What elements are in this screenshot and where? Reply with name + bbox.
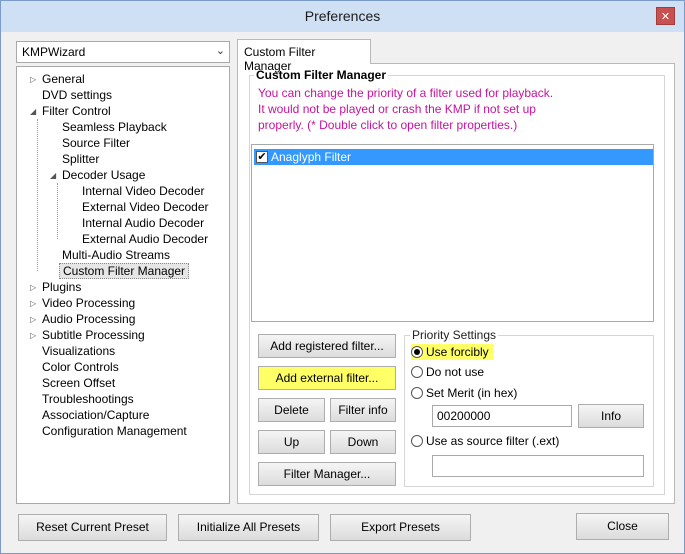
tree-item-filter-control[interactable]: Filter Control: [42, 103, 111, 119]
info-button[interactable]: Info: [578, 404, 644, 428]
tree-item-troubleshootings[interactable]: Troubleshootings: [42, 391, 134, 407]
preset-dropdown[interactable]: KMPWizard ⌄: [16, 41, 230, 63]
up-button[interactable]: Up: [258, 430, 325, 454]
filter-checkbox[interactable]: ✔: [256, 151, 268, 163]
down-button[interactable]: Down: [330, 430, 396, 454]
tree-item-external-audio-decoder[interactable]: External Audio Decoder: [82, 231, 208, 247]
tree-item-video-processing[interactable]: Video Processing: [42, 295, 135, 311]
radio-icon[interactable]: [411, 387, 423, 399]
priority-settings-title: Priority Settings: [410, 328, 499, 342]
list-item[interactable]: ✔ Anaglyph Filter: [254, 149, 653, 165]
tab-custom-filter-manager[interactable]: Custom Filter Manager: [237, 39, 371, 73]
tree-line: [57, 183, 58, 239]
use-as-source-label: Use as source filter (.ext): [426, 434, 560, 448]
description-text: You can change the priority of a filter …: [258, 85, 658, 133]
merit-value-field[interactable]: 00200000: [432, 405, 572, 427]
filter-name: Anaglyph Filter: [271, 150, 352, 164]
tree-item-decoder-usage[interactable]: Decoder Usage: [62, 167, 145, 183]
tree-item-multi-audio-streams[interactable]: Multi-Audio Streams: [62, 247, 170, 263]
description-line: properly. (* Double click to open filter…: [258, 118, 518, 132]
tree-item-screen-offset[interactable]: Screen Offset: [42, 375, 115, 391]
do-not-use-label: Do not use: [426, 365, 485, 379]
expand-arrow-icon[interactable]: ▷: [30, 331, 36, 340]
description-line: You can change the priority of a filter …: [258, 86, 554, 100]
filter-info-button[interactable]: Filter info: [330, 398, 396, 422]
preset-value: KMPWizard: [22, 45, 86, 59]
use-as-source-radio[interactable]: Use as source filter (.ext): [411, 433, 559, 449]
close-button[interactable]: Close: [576, 513, 669, 540]
tree-item-seamless-playback[interactable]: Seamless Playback: [62, 119, 167, 135]
collapse-arrow-icon[interactable]: ◢: [50, 171, 56, 180]
use-forcibly-radio[interactable]: Use forcibly: [411, 344, 493, 360]
tree-item-dvd-settings[interactable]: DVD settings: [42, 87, 112, 103]
tree-line: [37, 119, 38, 271]
add-registered-filter-button[interactable]: Add registered filter...: [258, 334, 396, 358]
use-forcibly-label: Use forcibly: [426, 345, 489, 359]
reset-current-preset-button[interactable]: Reset Current Preset: [18, 514, 167, 541]
set-merit-radio[interactable]: Set Merit (in hex): [411, 385, 517, 401]
radio-icon[interactable]: [411, 435, 423, 447]
do-not-use-radio[interactable]: Do not use: [411, 364, 484, 380]
settings-tree[interactable]: ▷ General DVD settings ◢ Filter Control …: [16, 66, 230, 504]
expand-arrow-icon[interactable]: ▷: [30, 283, 36, 292]
expand-arrow-icon[interactable]: ▷: [30, 75, 36, 84]
preferences-window: Preferences ✕ KMPWizard ⌄ ▷ General DVD …: [0, 0, 685, 554]
export-presets-button[interactable]: Export Presets: [330, 514, 471, 541]
description-line: It would not be played or crash the KMP …: [258, 102, 536, 116]
tree-item-custom-filter-manager[interactable]: Custom Filter Manager: [59, 263, 190, 279]
window-title: Preferences: [304, 8, 381, 24]
collapse-arrow-icon[interactable]: ◢: [30, 107, 36, 116]
tree-item-external-video-decoder[interactable]: External Video Decoder: [82, 199, 209, 215]
close-icon[interactable]: ✕: [656, 7, 675, 25]
radio-icon[interactable]: [411, 366, 423, 378]
tree-item-general[interactable]: General: [42, 71, 85, 87]
expand-arrow-icon[interactable]: ▷: [30, 299, 36, 308]
tree-item-visualizations[interactable]: Visualizations: [42, 343, 115, 359]
set-merit-label: Set Merit (in hex): [426, 386, 518, 400]
tree-item-internal-video-decoder[interactable]: Internal Video Decoder: [82, 183, 205, 199]
filter-list[interactable]: ✔ Anaglyph Filter: [251, 144, 654, 322]
tree-item-audio-processing[interactable]: Audio Processing: [42, 311, 135, 327]
tree-item-internal-audio-decoder[interactable]: Internal Audio Decoder: [82, 215, 204, 231]
delete-button[interactable]: Delete: [258, 398, 325, 422]
tree-item-configuration-management[interactable]: Configuration Management: [42, 423, 187, 439]
filter-manager-button[interactable]: Filter Manager...: [258, 462, 396, 486]
chevron-down-icon[interactable]: ⌄: [216, 44, 225, 57]
tree-item-splitter[interactable]: Splitter: [62, 151, 99, 167]
expand-arrow-icon[interactable]: ▷: [30, 315, 36, 324]
add-external-filter-button[interactable]: Add external filter...: [258, 366, 396, 390]
tree-item-association-capture[interactable]: Association/Capture: [42, 407, 149, 423]
initialize-all-presets-button[interactable]: Initialize All Presets: [178, 514, 319, 541]
radio-selected-icon[interactable]: [411, 346, 423, 358]
tree-item-source-filter[interactable]: Source Filter: [62, 135, 130, 151]
tree-item-subtitle-processing[interactable]: Subtitle Processing: [42, 327, 145, 343]
title-bar[interactable]: Preferences ✕: [1, 1, 684, 32]
tree-item-color-controls[interactable]: Color Controls: [42, 359, 119, 375]
source-ext-field[interactable]: [432, 455, 644, 477]
tree-item-plugins[interactable]: Plugins: [42, 279, 81, 295]
